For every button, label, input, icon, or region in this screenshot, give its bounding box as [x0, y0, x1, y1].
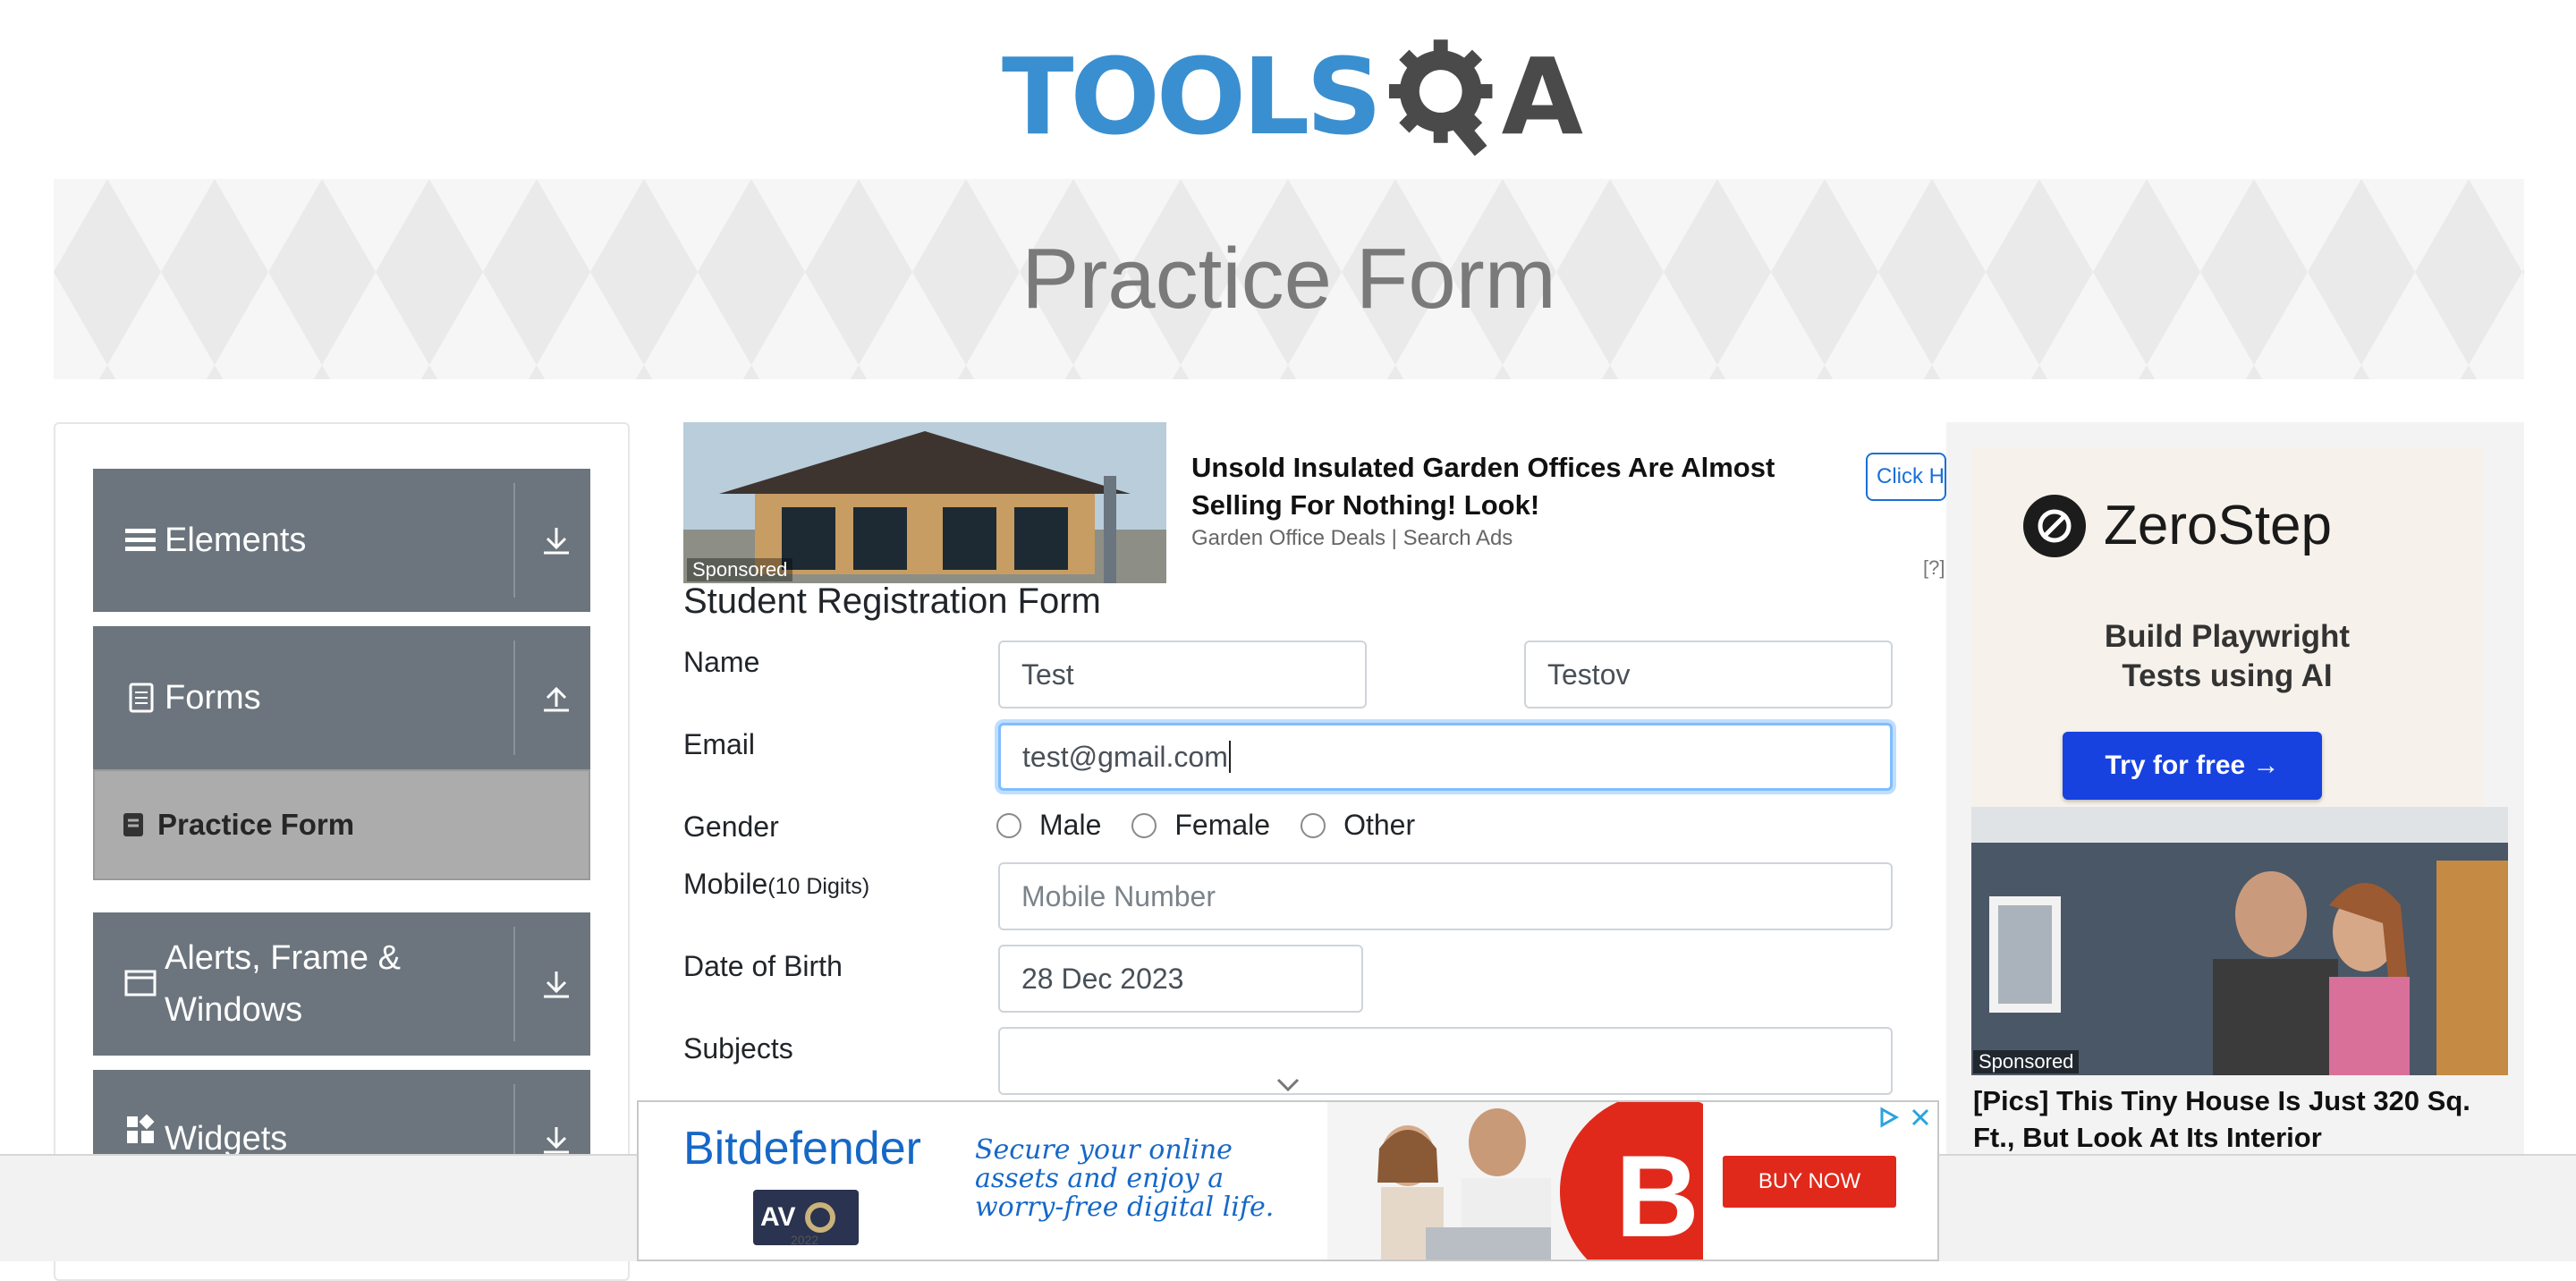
name-label: Name	[683, 646, 760, 678]
ad-controls	[1877, 1106, 1932, 1129]
svg-text:B: B	[1615, 1131, 1699, 1261]
widgets-icon	[127, 1114, 155, 1143]
bitdefender-copy: Secure your online assets and enjoy a wo…	[975, 1136, 1274, 1222]
ad-headline[interactable]: Unsold Insulated Garden Offices Are Almo…	[1191, 449, 1853, 524]
zerostep-logo-icon	[2023, 494, 2086, 557]
first-name-value: Test	[1021, 657, 1074, 691]
dob-input[interactable]: 28 Dec 2023	[998, 945, 1363, 1013]
sidebar-group-label: Elements	[165, 522, 307, 559]
copy-line: assets and enjoy a	[975, 1163, 1224, 1194]
gender-male-radio[interactable]: Male	[996, 809, 1101, 842]
subjects-input[interactable]	[998, 1027, 1893, 1095]
download-arrow-icon[interactable]	[538, 966, 574, 1002]
sidebar-group-alerts[interactable]: Alerts, Frame & Windows	[93, 912, 590, 1056]
mobile-label: Mobile(10 Digits)	[683, 868, 869, 901]
award-seal-icon	[805, 1202, 836, 1233]
gear-magnifier-icon	[1389, 39, 1493, 157]
mobile-hint: (10 Digits)	[767, 874, 870, 899]
subjects-label: Subjects	[683, 1032, 793, 1065]
radio-label[interactable]: Female	[1174, 809, 1270, 842]
right-ad-column: ZeroStep Build Playwright Tests using AI…	[1946, 422, 2524, 1227]
page-banner: Practice Form	[54, 179, 2524, 379]
chevron-down-icon[interactable]	[1275, 1077, 1301, 1093]
gender-radio-group: Male Female Other	[996, 809, 1445, 842]
download-arrow-icon[interactable]	[538, 1122, 574, 1158]
radio-label[interactable]: Male	[1039, 809, 1101, 842]
upload-arrow-icon[interactable]	[538, 680, 574, 716]
form-icon	[123, 813, 143, 836]
last-name-value: Testov	[1547, 657, 1631, 691]
radio-circle[interactable]	[1131, 812, 1157, 838]
tagline-line: Tests using AI	[2122, 658, 2333, 693]
ad-cta-button[interactable]: Click Here	[1866, 453, 1946, 501]
try-for-free-button[interactable]: Try for free →	[2063, 732, 2322, 800]
zerostep-tagline: Build Playwright Tests using AI	[1971, 617, 2483, 696]
sponsored-label: Sponsored	[687, 558, 793, 581]
buy-now-button[interactable]: BUY NOW	[1723, 1156, 1896, 1208]
dob-label: Date of Birth	[683, 950, 843, 982]
tagline-line: Build Playwright	[2104, 619, 2351, 654]
radio-label[interactable]: Other	[1343, 809, 1415, 842]
text-caret	[1228, 741, 1231, 773]
zerostep-brand: ZeroStep	[2023, 494, 2332, 557]
sidebar-group-label: Forms	[165, 679, 261, 717]
last-name-input[interactable]: Testov	[1524, 640, 1893, 708]
logo-suffix: A	[1501, 35, 1583, 158]
ad-image-garden-office[interactable]: Sponsored	[683, 422, 1166, 583]
sponsored-label: Sponsored	[1973, 1050, 2080, 1073]
radio-circle[interactable]	[1301, 812, 1326, 838]
email-label: Email	[683, 728, 756, 760]
window-icon	[124, 970, 157, 997]
first-name-input[interactable]: Test	[998, 640, 1367, 708]
av-badge-year: 2022	[791, 1233, 819, 1247]
divider	[513, 927, 515, 1041]
ad-help-link[interactable]: [?]	[1923, 556, 1945, 580]
adchoices-icon[interactable]	[1877, 1106, 1900, 1129]
copy-line: worry-free digital life.	[975, 1192, 1275, 1223]
av-badge-text: AV	[760, 1202, 796, 1232]
tiny-house-photo	[1971, 807, 2508, 1075]
family-photo: B	[1327, 1102, 1703, 1261]
mobile-placeholder: Mobile Number	[1021, 879, 1216, 912]
email-input[interactable]: test@gmail.com	[998, 723, 1893, 791]
document-icon	[129, 683, 154, 713]
sidebar-item-label: Practice Form	[157, 808, 355, 841]
sidebar-item-practice-form[interactable]: Practice Form	[93, 769, 590, 880]
sidebar-group-label: Alerts, Frame & Windows	[165, 939, 401, 1029]
divider	[513, 640, 515, 755]
radio-circle[interactable]	[996, 812, 1021, 838]
download-arrow-icon[interactable]	[538, 522, 574, 558]
menu-icon	[125, 529, 156, 551]
mobile-label-text: Mobile	[683, 868, 768, 900]
tiny-house-ad-image[interactable]: Sponsored	[1971, 807, 2508, 1075]
zerostep-ad[interactable]: ZeroStep Build Playwright Tests using AI…	[1971, 447, 2483, 834]
bitdefender-ad[interactable]: Bitdefender AV 2022 Secure your online a…	[637, 1100, 1939, 1261]
tiny-house-headline[interactable]: [Pics] This Tiny House Is Just 320 Sq. F…	[1973, 1082, 2510, 1156]
sidebar-group-elements[interactable]: Elements	[93, 469, 590, 612]
form-title: Student Registration Form	[683, 581, 1101, 621]
gender-other-radio[interactable]: Other	[1301, 809, 1415, 842]
sidebar: Elements Forms Practice Form Alerts, Fra…	[54, 422, 630, 1281]
sidebar-group-forms[interactable]: Forms	[93, 626, 590, 769]
zerostep-name: ZeroStep	[2104, 495, 2333, 556]
logo-text: TOOLS	[1002, 35, 1382, 158]
divider	[513, 483, 515, 598]
close-icon[interactable]	[1909, 1106, 1932, 1129]
dob-value: 28 Dec 2023	[1021, 962, 1184, 995]
email-value: test@gmail.com	[1022, 740, 1228, 773]
page-title: Practice Form	[1021, 231, 1556, 327]
mobile-input[interactable]: Mobile Number	[998, 862, 1893, 930]
toolsqa-logo[interactable]: TOOLS A	[1002, 25, 1583, 168]
ad-source: Garden Office Deals | Search Ads	[1191, 526, 1513, 550]
gender-label: Gender	[683, 810, 779, 843]
copy-line: Secure your online	[975, 1134, 1233, 1166]
bitdefender-logo: Bitdefender	[683, 1123, 921, 1175]
gender-female-radio[interactable]: Female	[1131, 809, 1270, 842]
